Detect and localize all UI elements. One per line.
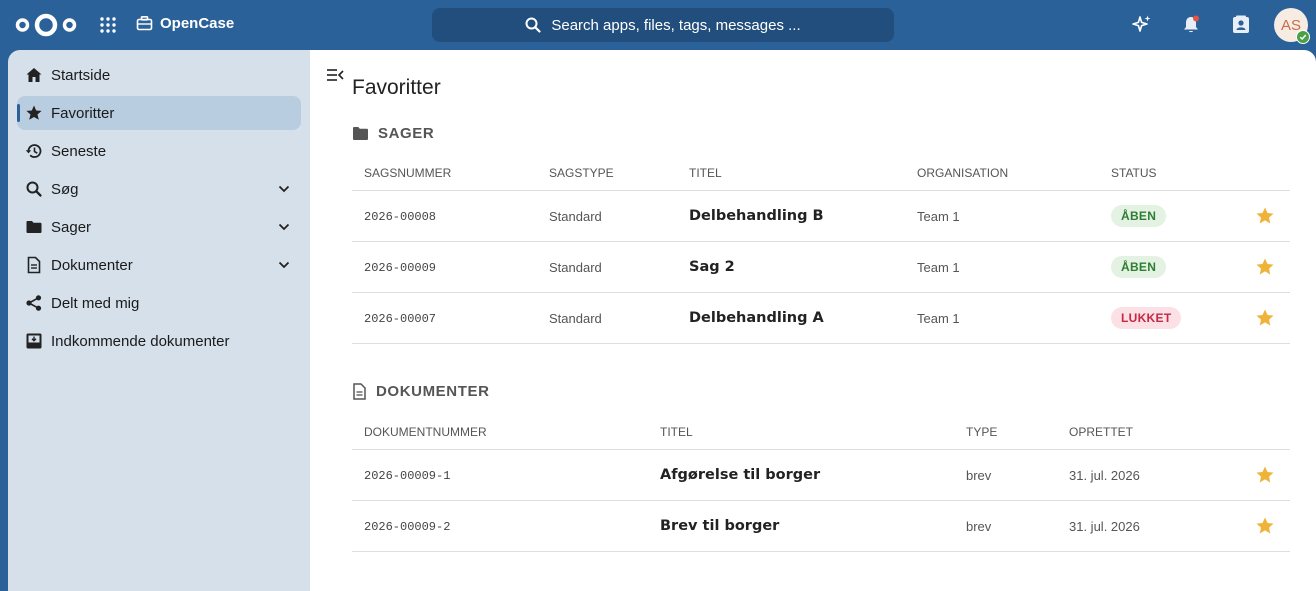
- history-icon: [25, 142, 43, 160]
- table-row[interactable]: 2026-00009-1 Afgørelse til borger brev 3…: [352, 450, 1290, 501]
- user-avatar[interactable]: AS: [1274, 8, 1310, 44]
- document-title[interactable]: Brev til borger: [660, 518, 779, 534]
- page-title: Favoritter: [352, 76, 441, 99]
- notifications-bell-icon[interactable]: [1180, 14, 1202, 36]
- home-icon: [25, 66, 43, 84]
- unified-search[interactable]: Search apps, files, tags, messages ...: [432, 8, 894, 42]
- case-title[interactable]: Delbehandling B: [689, 208, 824, 224]
- table-row[interactable]: 2026-00009 Standard Sag 2 Team 1 ÅBEN: [352, 242, 1290, 293]
- folder-icon: [25, 218, 43, 236]
- chevron-down-icon[interactable]: [277, 258, 291, 272]
- chevron-down-icon[interactable]: [277, 220, 291, 234]
- column-header[interactable]: SAGSTYPE: [549, 166, 614, 180]
- nav-label: Indkommende dokumenter: [51, 332, 230, 350]
- column-header[interactable]: SAGSNUMMER: [364, 166, 451, 180]
- nav-item-seneste[interactable]: Seneste: [17, 134, 301, 168]
- nav-item-soeg[interactable]: Søg: [17, 172, 301, 206]
- search-icon: [525, 17, 541, 33]
- folder-icon: [353, 127, 368, 140]
- nav-label: Sager: [51, 218, 92, 236]
- column-header[interactable]: OPRETTET: [1069, 425, 1133, 439]
- column-header[interactable]: ORGANISATION: [917, 166, 1008, 180]
- table-row[interactable]: 2026-00009-2 Brev til borger brev 31. ju…: [352, 501, 1290, 552]
- nav-item-delt-med-mig[interactable]: Delt med mig: [17, 286, 301, 320]
- status-badge: ÅBEN: [1111, 256, 1167, 278]
- star-icon: [25, 104, 43, 122]
- contacts-icon[interactable]: [1230, 14, 1252, 36]
- table-row[interactable]: 2026-00008 Standard Delbehandling B Team…: [352, 191, 1290, 242]
- column-header[interactable]: TITEL: [689, 166, 722, 180]
- favorite-star-icon[interactable]: [1255, 206, 1275, 226]
- nav-label: Startside: [51, 66, 111, 84]
- nav-label: Delt med mig: [51, 294, 140, 312]
- case-type: Standard: [549, 311, 602, 326]
- document-number: 2026-00009-1: [364, 469, 451, 483]
- main-content: Favoritter SAGER SAGSNUMMER SAGSTYPE TIT…: [310, 50, 1316, 591]
- cases-section-title: SAGER: [352, 125, 434, 142]
- case-organisation: Team 1: [917, 209, 960, 224]
- case-type: Standard: [549, 209, 602, 224]
- documents-table-header: DOKUMENTNUMMER TITEL TYPE OPRETTET: [352, 410, 1290, 450]
- document-icon: [353, 383, 366, 400]
- document-title[interactable]: Afgørelse til borger: [660, 467, 820, 483]
- case-number: 2026-00009: [364, 261, 437, 275]
- case-organisation: Team 1: [917, 260, 960, 275]
- case-title[interactable]: Sag 2: [689, 259, 735, 275]
- case-organisation: Team 1: [917, 311, 960, 326]
- nav-label: Dokumenter: [51, 256, 133, 274]
- nav-item-startside[interactable]: Startside: [17, 58, 301, 92]
- favorite-star-icon[interactable]: [1255, 308, 1275, 328]
- document-created: 31. jul. 2026: [1069, 468, 1140, 483]
- column-header[interactable]: STATUS: [1111, 166, 1157, 180]
- online-status-icon: [1296, 30, 1310, 44]
- cases-table: SAGSNUMMER SAGSTYPE TITEL ORGANISATION S…: [352, 151, 1290, 344]
- app-menu-icon[interactable]: [99, 16, 117, 34]
- nav-item-sager[interactable]: Sager: [17, 210, 301, 244]
- nav-label: Favoritter: [51, 104, 115, 122]
- nav-label: Seneste: [51, 142, 107, 160]
- case-title[interactable]: Delbehandling A: [689, 310, 824, 326]
- assistant-sparkle-icon[interactable]: [1131, 14, 1153, 36]
- nav-item-favoritter[interactable]: Favoritter: [17, 96, 301, 130]
- case-number: 2026-00007: [364, 312, 437, 326]
- status-badge: LUKKET: [1111, 307, 1182, 329]
- sidebar-toggle-icon[interactable]: [326, 68, 344, 82]
- chevron-down-icon[interactable]: [277, 182, 291, 196]
- table-row[interactable]: 2026-00007 Standard Delbehandling A Team…: [352, 293, 1290, 344]
- document-number: 2026-00009-2: [364, 520, 451, 534]
- case-type: Standard: [549, 260, 602, 275]
- favorite-star-icon[interactable]: [1255, 257, 1275, 277]
- status-badge: ÅBEN: [1111, 205, 1167, 227]
- nav-item-indkommende-dokumenter[interactable]: Indkommende dokumenter: [17, 324, 301, 358]
- cases-table-header: SAGSNUMMER SAGSTYPE TITEL ORGANISATION S…: [352, 151, 1290, 191]
- app-brand[interactable]: OpenCase: [136, 15, 234, 32]
- share-icon: [25, 294, 43, 312]
- app-name: OpenCase: [160, 15, 235, 32]
- search-icon: [25, 180, 43, 198]
- inbox-icon: [25, 332, 43, 350]
- document-type: brev: [966, 468, 992, 483]
- favorite-star-icon[interactable]: [1255, 516, 1275, 536]
- document-type: brev: [966, 519, 992, 534]
- app-navigation: Startside Favoritter Seneste Søg Sager D…: [8, 50, 310, 591]
- nextcloud-logo-icon[interactable]: [14, 12, 78, 38]
- column-header[interactable]: TYPE: [966, 425, 997, 439]
- document-icon: [25, 256, 43, 274]
- case-number: 2026-00008: [364, 210, 437, 224]
- column-header[interactable]: TITEL: [660, 425, 693, 439]
- nav-item-dokumenter[interactable]: Dokumenter: [17, 248, 301, 282]
- documents-table: DOKUMENTNUMMER TITEL TYPE OPRETTET 2026-…: [352, 410, 1290, 552]
- top-bar: OpenCase Search apps, files, tags, messa…: [0, 0, 1316, 50]
- search-placeholder: Search apps, files, tags, messages ...: [551, 16, 801, 34]
- documents-section-title: DOKUMENTER: [352, 383, 490, 400]
- favorite-star-icon[interactable]: [1255, 465, 1275, 485]
- briefcase-icon: [136, 15, 153, 31]
- nav-label: Søg: [51, 180, 79, 198]
- column-header[interactable]: DOKUMENTNUMMER: [364, 425, 487, 439]
- document-created: 31. jul. 2026: [1069, 519, 1140, 534]
